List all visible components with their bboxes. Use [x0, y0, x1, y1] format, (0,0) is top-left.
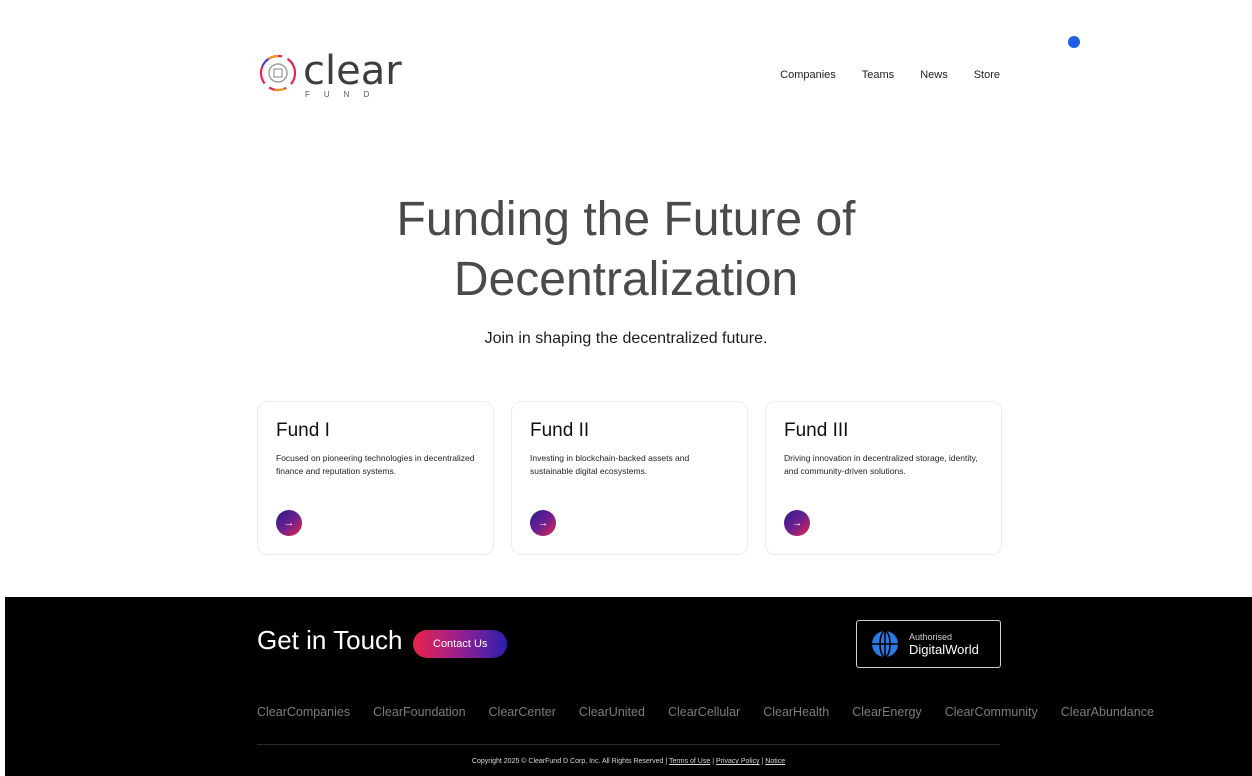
- fund-card-description: Investing in blockchain-backed assets an…: [530, 453, 690, 476]
- nav-store[interactable]: Store: [974, 69, 1000, 81]
- footer-divider: [257, 744, 1000, 745]
- nav-companies[interactable]: Companies: [780, 69, 836, 81]
- companies-links: ClearCompanies ClearFoundation ClearCent…: [257, 705, 1154, 719]
- hero-title-line1: Funding the Future of: [396, 193, 856, 246]
- notification-dot: [1068, 36, 1080, 48]
- company-link[interactable]: ClearCenter: [489, 705, 556, 719]
- company-link[interactable]: ClearCellular: [668, 705, 740, 719]
- fund-card-title: Fund III: [784, 420, 849, 441]
- fund-card-title: Fund I: [276, 420, 330, 441]
- hero-title: Funding the Future of Decentralization: [0, 190, 1252, 310]
- fund-card-title: Fund II: [530, 420, 590, 441]
- company-link[interactable]: ClearCompanies: [257, 705, 350, 719]
- nav-news[interactable]: News: [920, 69, 948, 81]
- notice-link[interactable]: Notice: [765, 758, 785, 765]
- site-footer: Get in Touch Contact Us Authorised Digit…: [5, 597, 1252, 776]
- clearfund-logo-icon: [259, 54, 297, 92]
- arrow-right-icon[interactable]: →: [784, 510, 810, 536]
- company-link[interactable]: ClearHealth: [763, 705, 829, 719]
- fund-card-2: Fund II Investing in blockchain-backed a…: [511, 401, 748, 555]
- logo[interactable]: clear FUND: [257, 48, 407, 100]
- fund-card-description: Focused on pioneering technologies in de…: [276, 453, 475, 476]
- arrow-right-icon[interactable]: →: [276, 510, 302, 536]
- badge-label: Authorised: [909, 631, 953, 642]
- terms-link[interactable]: Terms of Use: [669, 758, 710, 765]
- company-link[interactable]: ClearAbundance: [1061, 705, 1154, 719]
- main-nav: Companies Teams News Store: [780, 69, 1000, 81]
- privacy-link[interactable]: Privacy Policy: [716, 758, 760, 765]
- hero-subtitle: Join in shaping the decentralized future…: [484, 330, 768, 347]
- company-link[interactable]: ClearEnergy: [852, 705, 921, 719]
- fund-card-1: Fund I Focused on pioneering technologie…: [257, 401, 494, 555]
- copyright: Copyright 2025 © ClearFund D Corp, Inc. …: [471, 758, 786, 765]
- hero-title-line2: Decentralization: [453, 253, 799, 306]
- get-in-touch-heading: Get in Touch: [257, 625, 403, 655]
- logo-wordmark: clear: [303, 48, 402, 94]
- badge-brand: DigitalWorld: [909, 641, 979, 657]
- globe-icon: [872, 630, 898, 658]
- contact-us-button[interactable]: Contact Us: [413, 630, 508, 658]
- company-link[interactable]: ClearCommunity: [945, 705, 1038, 719]
- nav-teams[interactable]: Teams: [862, 69, 894, 81]
- authorised-badge[interactable]: Authorised DigitalWorld: [856, 620, 1001, 668]
- fund-cards: Fund I Focused on pioneering technologie…: [257, 401, 1002, 555]
- site-header: clear FUND Companies Teams News Store: [257, 48, 1000, 100]
- fund-card-description: Driving innovation in decentralized stor…: [784, 453, 978, 476]
- fund-card-3: Fund III Driving innovation in decentral…: [765, 401, 1002, 555]
- company-link[interactable]: ClearUnited: [579, 705, 645, 719]
- arrow-right-icon[interactable]: →: [530, 510, 556, 536]
- company-link[interactable]: ClearFoundation: [373, 705, 465, 719]
- copyright-text: Copyright 2025 © ClearFund D Corp, Inc. …: [471, 758, 668, 765]
